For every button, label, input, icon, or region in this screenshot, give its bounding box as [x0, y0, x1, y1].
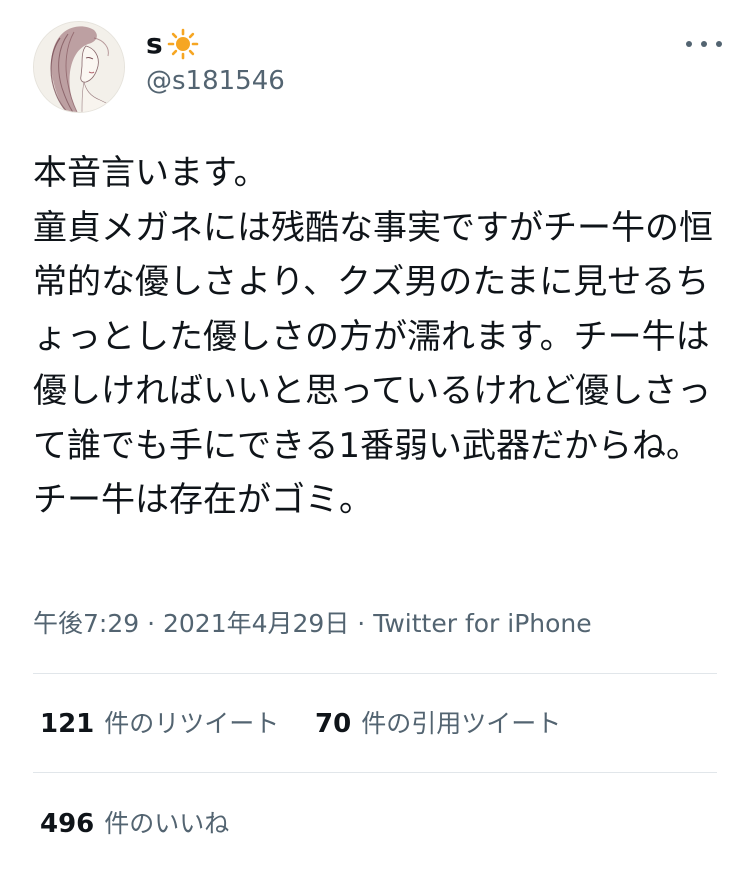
- more-dot: [701, 41, 707, 47]
- tweet-meta: 午後7:29 · 2021年4月29日 · Twitter for iPhone: [33, 606, 592, 642]
- tweet-date[interactable]: 2021年4月29日: [163, 609, 349, 638]
- user-handle[interactable]: @s181546: [146, 64, 285, 98]
- tweet-text: 本音言います。 童貞メガネには残酷な事実ですがチー牛の恒常的な優しさより、クズ男…: [33, 153, 713, 520]
- meta-separator: ·: [147, 609, 156, 638]
- retweets-stat[interactable]: 121 件のリツイート: [40, 706, 279, 742]
- avatar-illustration-icon: [34, 22, 124, 112]
- user-display-name[interactable]: s: [146, 22, 199, 66]
- more-dot: [716, 41, 722, 47]
- likes-stat[interactable]: 496 件のいいね: [40, 806, 229, 842]
- retweets-count: 121: [40, 709, 95, 739]
- quote-tweets-label: 件の引用ツイート: [361, 709, 562, 738]
- likes-count: 496: [40, 809, 95, 839]
- tweet-detail-page: s @s181546 本音言います。 童貞メガネには残酷な事実ですがチー牛の恒常…: [0, 0, 750, 871]
- meta-separator: ·: [357, 609, 366, 638]
- tweet-source[interactable]: Twitter for iPhone: [373, 609, 591, 638]
- quote-tweets-count: 70: [315, 709, 352, 739]
- retweets-label: 件のリツイート: [104, 709, 280, 738]
- user-name-text: s: [146, 27, 163, 60]
- more-options-button[interactable]: [686, 32, 722, 56]
- tweet-time[interactable]: 午後7:29: [33, 609, 139, 638]
- avatar[interactable]: [33, 21, 125, 113]
- likes-label: 件のいいね: [104, 809, 230, 838]
- sun-icon: [167, 28, 199, 60]
- divider: [33, 772, 717, 773]
- quote-tweets-stat[interactable]: 70 件の引用ツイート: [315, 706, 561, 742]
- more-horizontal-icon: [686, 41, 692, 47]
- divider: [33, 673, 717, 674]
